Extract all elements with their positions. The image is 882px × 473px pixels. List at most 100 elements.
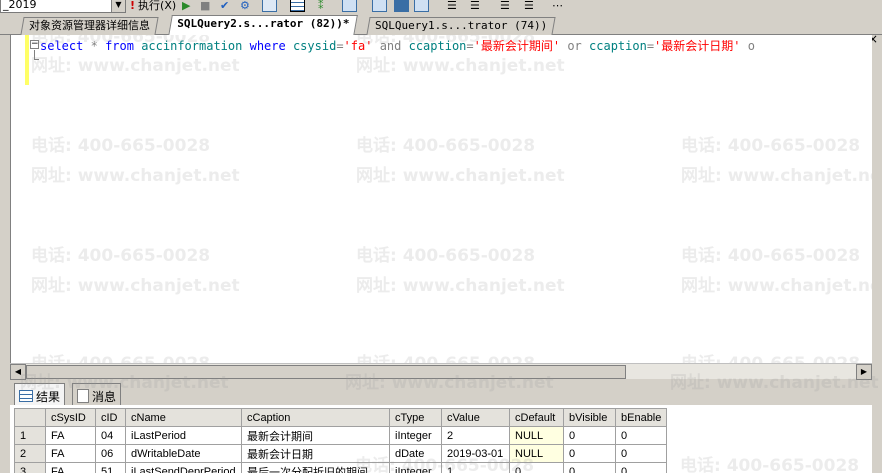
table-cell[interactable]: iInteger <box>389 426 442 445</box>
column-header[interactable]: bEnable <box>614 408 668 427</box>
table-cell[interactable]: iInteger <box>389 462 442 473</box>
uncomment-button[interactable]: ☰ <box>447 0 457 13</box>
tab-sqlquery1[interactable]: SQLQuery1.s...trator (74)) <box>366 17 556 35</box>
table-cell[interactable]: 2019-03-01 <box>441 444 510 463</box>
watermark-site: 网址: www.chanjet.net <box>681 276 872 296</box>
table-cell[interactable]: 最后一次分配折旧的期间 <box>241 462 390 473</box>
more-options-button[interactable]: ⋯ <box>552 0 563 13</box>
column-header[interactable]: cValue <box>441 408 510 427</box>
table-row[interactable]: 1 FA 04 iLastPeriod 最新会计期间 iInteger 2 NU… <box>14 426 668 445</box>
sql-keyword: where <box>249 39 286 53</box>
display-plan-button[interactable] <box>262 0 277 13</box>
sql-operator: or <box>567 39 582 53</box>
row-number[interactable]: 2 <box>14 444 46 463</box>
query-options-button[interactable]: ⚙ <box>240 0 250 13</box>
tab-sqlquery2[interactable]: SQLQuery2.s...rator (82))* <box>168 15 359 36</box>
increase-indent-button[interactable]: ☰ <box>500 0 510 13</box>
indent-icon: ☰ <box>500 0 510 12</box>
table-cell[interactable]: 0 <box>563 444 616 463</box>
column-header[interactable]: cCaption <box>241 408 390 427</box>
sql-identifier: accinformation <box>141 39 243 53</box>
parse-button[interactable]: ✔ <box>220 0 229 13</box>
watermark-phone: 电话: 400-665-0028 <box>680 456 860 473</box>
collapse-icon[interactable]: − <box>30 40 39 49</box>
table-cell[interactable]: dDate <box>389 444 442 463</box>
results-to-grid-button[interactable] <box>290 0 305 13</box>
watermark-site: 网址: www.chanjet.net <box>356 56 565 76</box>
table-cell[interactable]: 51 <box>95 462 126 473</box>
table-cell[interactable]: 0 <box>563 462 616 473</box>
decrease-indent-button[interactable]: ☰ <box>470 0 480 13</box>
scroll-thumb[interactable] <box>26 365 626 379</box>
watermark-phone: 电话: 400-665-0028 <box>31 349 210 363</box>
table-cell[interactable]: NULL <box>509 444 564 463</box>
stop-icon: ■ <box>200 0 211 12</box>
database-select[interactable]: _2019 ▼ <box>0 0 126 13</box>
table-row[interactable]: 3 FA 51 iLastSendDeprPeriod 最后一次分配折旧的期间 … <box>14 462 668 473</box>
overflow-icon: ⋯ <box>552 0 563 12</box>
watermark-site: 网址: www.chanjet.net <box>356 276 565 296</box>
table-cell[interactable]: iLastPeriod <box>125 426 242 445</box>
column-header[interactable]: cName <box>125 408 242 427</box>
checkmark-icon: ✔ <box>220 0 230 12</box>
stats-icon: ⁑ <box>318 0 324 12</box>
table-cell[interactable]: 04 <box>95 426 126 445</box>
column-header[interactable]: cType <box>389 408 442 427</box>
sql-keyword: select <box>40 39 84 53</box>
table-cell[interactable]: 2 <box>441 426 510 445</box>
table-cell[interactable]: 最新会计期间 <box>241 426 390 445</box>
outdent-icon: ☰ <box>470 0 480 12</box>
table-cell[interactable]: FA <box>45 444 96 463</box>
horizontal-scrollbar[interactable]: ◀ ▶ <box>10 363 872 380</box>
table-row[interactable]: 2 FA 06 dWritableDate 最新会计日期 dDate 2019-… <box>14 444 668 463</box>
column-header[interactable]: cDefault <box>509 408 564 427</box>
row-number[interactable]: 3 <box>14 462 46 473</box>
tab-label: SQLQuery1.s...trator (74)) <box>375 19 548 32</box>
table-cell[interactable]: iLastSendDeprPeriod <box>125 462 242 473</box>
comment-icon <box>414 0 429 12</box>
table-cell[interactable]: 0 <box>509 462 564 473</box>
results-to-text-button[interactable] <box>342 0 357 13</box>
scroll-right-icon[interactable]: ▶ <box>856 364 872 380</box>
table-cell[interactable]: 0 <box>614 462 668 473</box>
watermark-site: 网址: www.chanjet.net <box>681 166 872 186</box>
grid-icon <box>290 0 305 12</box>
decrease-indent-2-button[interactable]: ☰ <box>524 0 534 13</box>
comment-button[interactable] <box>414 0 429 13</box>
scroll-left-icon[interactable]: ◀ <box>10 364 26 380</box>
table-cell[interactable]: FA <box>45 462 96 473</box>
results-grid[interactable]: cSysID cID cName cCaption cType cValue c… <box>10 405 872 473</box>
table-cell[interactable]: FA <box>45 426 96 445</box>
specify-values-button[interactable] <box>394 0 409 13</box>
chevron-down-icon[interactable]: ▼ <box>111 0 125 12</box>
database-select-value: _2019 <box>3 0 37 11</box>
message-icon <box>77 389 89 403</box>
table-cell[interactable]: 1 <box>441 462 510 473</box>
table-cell[interactable]: 06 <box>95 444 126 463</box>
sql-string: 'fa' <box>343 39 373 53</box>
column-header[interactable]: bVisible <box>563 408 616 427</box>
table-cell[interactable]: 0 <box>614 426 668 445</box>
table-cell[interactable]: 0 <box>614 444 668 463</box>
stop-button[interactable]: ■ <box>200 0 210 13</box>
sql-keyword: from <box>105 39 134 53</box>
tab-label: SQLQuery2.s...rator (82))* <box>177 17 350 30</box>
watermark-phone: 电话: 400-665-0028 <box>31 136 211 156</box>
column-header[interactable]: cID <box>95 408 126 427</box>
sql-code-line: select * from accinformation where csysi… <box>40 37 755 54</box>
sql-operator: and <box>379 39 402 53</box>
results-to-file-button[interactable] <box>372 0 387 13</box>
table-cell[interactable]: 最新会计日期 <box>241 444 390 463</box>
tab-object-explorer-details[interactable]: 对象资源管理器详细信息 <box>20 17 159 35</box>
sql-editor[interactable]: − select * from accinformation where csy… <box>10 35 872 363</box>
column-header[interactable]: cSysID <box>45 408 96 427</box>
row-number[interactable]: 1 <box>14 426 46 445</box>
tab-results[interactable]: 结果 <box>14 383 66 405</box>
table-cell[interactable]: NULL <box>509 426 564 445</box>
table-cell[interactable]: 0 <box>563 426 616 445</box>
include-stats-button[interactable]: ⁑ <box>318 0 324 13</box>
tab-messages[interactable]: 消息 <box>72 383 122 405</box>
debug-button[interactable]: ▶ <box>182 0 190 13</box>
table-cell[interactable]: dWritableDate <box>125 444 242 463</box>
execute-button[interactable]: ! 执行(X) <box>130 0 176 13</box>
